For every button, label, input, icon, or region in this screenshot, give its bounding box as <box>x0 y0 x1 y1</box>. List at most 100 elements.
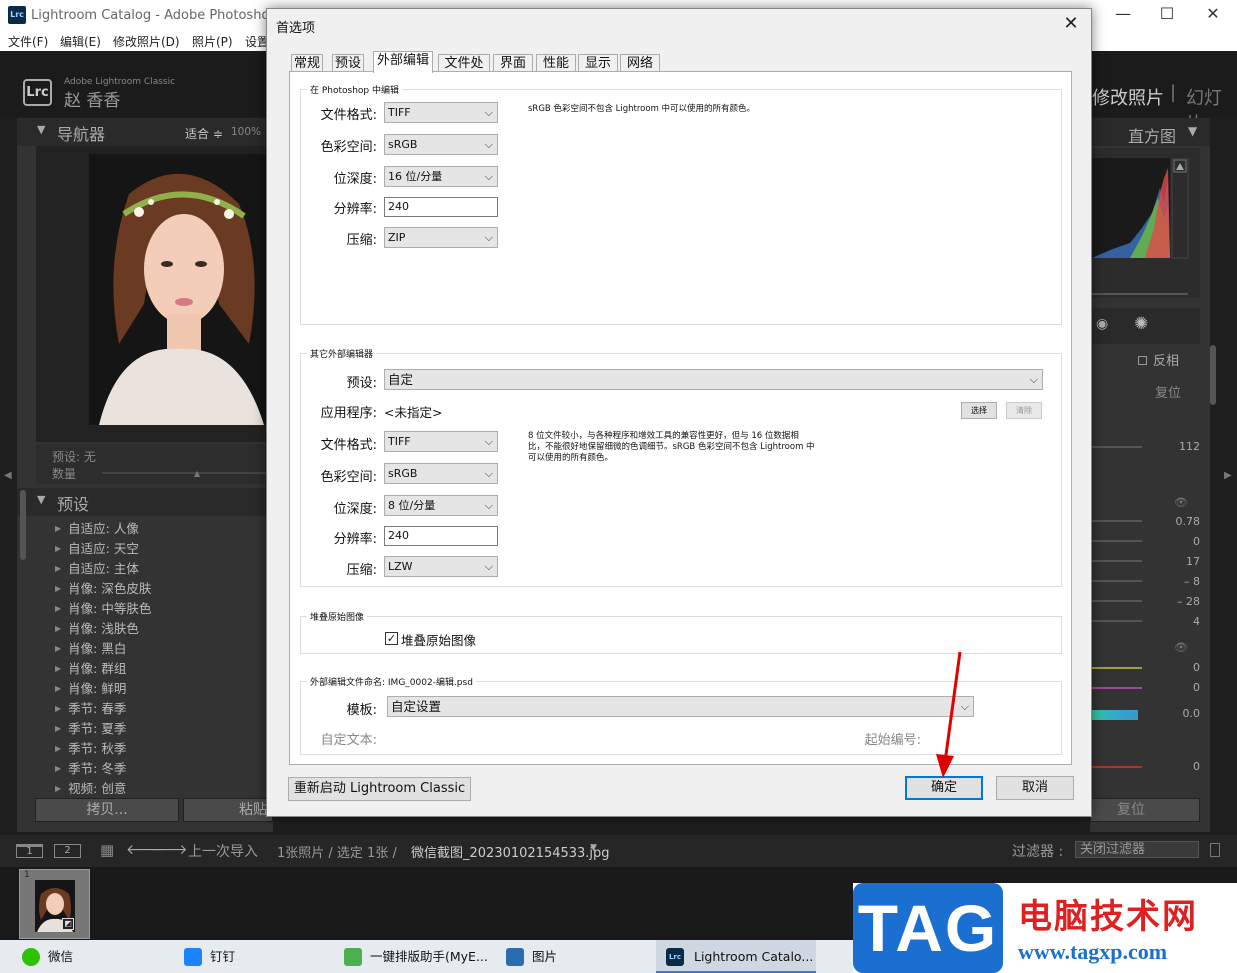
filename-label[interactable]: 微信截图_20230102154533.jpg <box>411 842 610 861</box>
filmstrip-thumbnail[interactable]: 1 ◩ <box>19 869 90 939</box>
invert-box[interactable] <box>1138 356 1147 365</box>
other-resolution-input[interactable]: 240 <box>384 526 498 546</box>
dialog-close-icon[interactable]: ✕ <box>1059 13 1083 34</box>
visibility-eye-icon[interactable]: 👁 <box>1174 496 1188 509</box>
preset-item[interactable]: 季节: 冬季 <box>55 758 126 777</box>
taskbar-myeditor[interactable]: 一键排版助手(MyE... <box>342 940 488 973</box>
right-panel-toggle-icon[interactable]: ▶ <box>1224 470 1232 481</box>
menu-edit[interactable]: 编辑(E) <box>60 33 101 50</box>
amount-slider-thumb-icon[interactable]: ▲ <box>194 469 200 478</box>
screen1-button[interactable]: 1 <box>16 844 43 858</box>
other-bit-depth-select[interactable]: 8 位/分量 ⌵ <box>384 495 498 516</box>
next-arrow-icon[interactable]: 🡒 <box>150 841 188 858</box>
slider-track[interactable] <box>1090 600 1142 602</box>
template-select[interactable]: 自定设置 ⌵ <box>387 696 974 717</box>
menu-photo[interactable]: 照片(P) <box>192 33 233 50</box>
tab-performance[interactable]: 性能 <box>536 54 576 72</box>
mask-icon[interactable]: ✺ <box>1134 314 1148 334</box>
preset-item[interactable]: 季节: 春季 <box>55 698 126 717</box>
preset-item[interactable]: 自适应: 天空 <box>55 538 139 557</box>
other-color-space-select[interactable]: sRGB ⌵ <box>384 463 498 484</box>
other-preset-select[interactable]: 自定 ⌵ <box>384 369 1043 390</box>
tab-presets[interactable]: 预设 <box>332 54 364 72</box>
clear-button[interactable]: 清除 <box>1006 402 1042 419</box>
restart-lightroom-button[interactable]: 重新启动 Lightroom Classic <box>288 777 471 801</box>
left-panel-toggle-icon[interactable]: ◀ <box>4 470 12 481</box>
menu-file[interactable]: 文件(F) <box>8 33 48 50</box>
tab-network[interactable]: 网络 <box>620 54 660 72</box>
slider-value[interactable]: 0 <box>1160 535 1200 548</box>
preset-item[interactable]: 肖像: 群组 <box>55 658 126 677</box>
amount-slider[interactable] <box>102 472 272 474</box>
navigator-fit[interactable]: 适合 ≑ <box>185 125 223 142</box>
slider-value[interactable]: 17 <box>1160 555 1200 568</box>
visibility-eye-icon[interactable]: 👁 <box>1174 641 1188 654</box>
preset-item[interactable]: 肖像: 鲜明 <box>55 678 126 697</box>
preset-item[interactable]: 季节: 夏季 <box>55 718 126 737</box>
cancel-button[interactable]: 取消 <box>996 776 1074 800</box>
other-file-format-select[interactable]: TIFF ⌵ <box>384 431 498 452</box>
ps-resolution-input[interactable]: 240 <box>384 197 498 217</box>
slider-value[interactable]: – 8 <box>1160 575 1200 588</box>
preset-item[interactable]: 肖像: 黑白 <box>55 638 126 657</box>
other-compression-select[interactable]: LZW ⌵ <box>384 556 498 577</box>
slider-track[interactable] <box>1090 540 1142 542</box>
histogram-header[interactable]: 直方图 ▼ <box>1090 118 1210 146</box>
taskbar-wechat[interactable]: 微信 <box>20 940 73 973</box>
filter-select[interactable]: 关闭过滤器 <box>1075 841 1199 858</box>
maximize-icon[interactable]: ☐ <box>1147 4 1187 23</box>
menu-develop[interactable]: 修改照片(D) <box>113 33 180 50</box>
close-icon[interactable]: ✕ <box>1193 4 1233 23</box>
slider-value[interactable]: 0 <box>1160 661 1200 674</box>
redeye-icon[interactable]: ◉ <box>1096 316 1108 332</box>
amount-slider-right[interactable] <box>1090 446 1142 448</box>
slider-value[interactable]: 0.78 <box>1160 515 1201 528</box>
slider-value[interactable]: 0 <box>1160 760 1200 773</box>
paste-button[interactable]: 粘贴 <box>183 798 273 822</box>
taskbar-lightroom[interactable]: Lrc Lightroom Catalo... <box>656 940 816 973</box>
preset-item[interactable]: 季节: 秋季 <box>55 738 126 757</box>
hue-slider[interactable] <box>1090 710 1138 720</box>
source-label[interactable]: 上一次导入 <box>188 841 258 861</box>
preset-item[interactable]: 肖像: 中等肤色 <box>55 598 151 617</box>
preset-item[interactable]: 自适应: 主体 <box>55 558 139 577</box>
taskbar-dingtalk[interactable]: 钉钉 <box>182 940 235 973</box>
slider-value[interactable]: 0 <box>1160 681 1200 694</box>
tab-general[interactable]: 常规 <box>291 54 323 72</box>
tab-external-editing[interactable]: 外部编辑 <box>373 51 433 73</box>
tab-interface[interactable]: 界面 <box>493 54 533 72</box>
preset-item[interactable]: 视频: 创意 <box>55 778 126 794</box>
presets-header[interactable]: ▼ 预设 <box>17 488 273 516</box>
taskbar-photos[interactable]: 图片 <box>504 940 557 973</box>
left-scrollbar[interactable] <box>20 490 26 560</box>
temp-slider[interactable] <box>1090 667 1142 669</box>
reset-button[interactable]: 复位 <box>1090 798 1200 822</box>
ps-file-format-select[interactable]: TIFF ⌵ <box>384 102 498 123</box>
slider-value[interactable]: 0.0 <box>1160 707 1201 720</box>
stack-checkbox[interactable]: ✓ <box>385 632 398 645</box>
ps-bit-depth-select[interactable]: 16 位/分量 ⌵ <box>384 166 498 187</box>
preset-item[interactable]: 自适应: 人像 <box>55 518 139 537</box>
slider-value[interactable]: 4 <box>1160 615 1200 628</box>
tab-display[interactable]: 显示 <box>578 54 618 72</box>
navigator-zoom[interactable]: 100% <box>231 126 261 138</box>
slider-track[interactable] <box>1090 520 1142 522</box>
module-develop[interactable]: 修改照片 <box>1092 84 1164 110</box>
ps-compression-select[interactable]: ZIP ⌵ <box>384 227 498 248</box>
copy-button[interactable]: 拷贝... <box>35 798 179 822</box>
slider-track[interactable] <box>1090 580 1142 582</box>
tint-slider[interactable] <box>1090 687 1142 689</box>
reset-link[interactable]: 复位 <box>1155 382 1181 401</box>
slider-track[interactable] <box>1090 620 1142 622</box>
slider-value[interactable]: – 28 <box>1160 595 1200 608</box>
stack-checkbox-label[interactable]: 堆叠原始图像 <box>401 630 476 649</box>
navigator-header[interactable]: ▼ 导航器 适合 ≑ 100% <box>17 118 273 146</box>
slider-value[interactable]: 112 <box>1160 440 1200 453</box>
filename-dropdown-icon[interactable]: ▼ <box>590 843 597 853</box>
filter-lock-icon[interactable] <box>1210 843 1220 857</box>
invert-checkbox[interactable]: 反相 <box>1138 350 1179 369</box>
right-scrollbar[interactable] <box>1210 345 1216 405</box>
color-slider[interactable] <box>1090 766 1142 768</box>
minimize-icon[interactable]: — <box>1103 4 1143 23</box>
grid-icon[interactable]: ▦ <box>100 841 114 859</box>
